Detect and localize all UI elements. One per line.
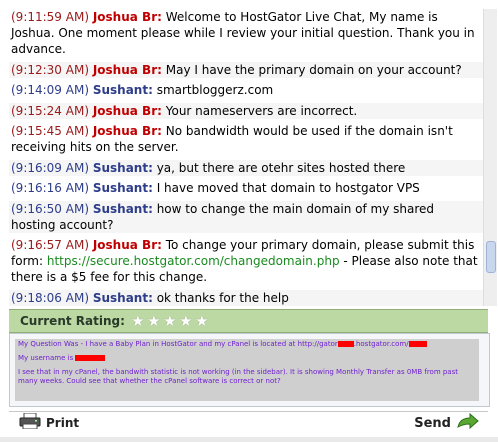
username-line: My username is	[18, 354, 476, 363]
star-icon[interactable]: ★	[147, 314, 161, 329]
send-label: Send	[414, 415, 451, 431]
chat-message: (9:15:24 AM) Joshua Br: Your nameservers…	[9, 102, 483, 119]
question-line: My Question Was - I have a Baby Plan in …	[18, 340, 476, 349]
message-input[interactable]: My Question Was - I have a Baby Plan in …	[15, 339, 479, 401]
chat-message: (9:18:06 AM) Sushant: ok thanks for the …	[9, 289, 483, 306]
message-sender: Joshua Br:	[92, 10, 162, 24]
message-text: Your nameservers are incorrect.	[165, 103, 358, 118]
message-input-area: My Question Was - I have a Baby Plan in …	[9, 333, 490, 407]
message-sender: Joshua Br:	[92, 62, 162, 77]
message-text: ya, but there are otehr sites hosted the…	[156, 160, 406, 175]
send-arrow-icon	[456, 412, 480, 434]
redaction	[408, 341, 427, 347]
window-bottom-edge	[0, 437, 498, 442]
star-icon[interactable]: ★	[179, 314, 193, 329]
chat-message: (9:14:09 AM) Sushant: smartbloggerz.com	[9, 82, 483, 98]
message-timestamp: (9:11:59 AM)	[11, 10, 89, 24]
chat-message: (9:16:57 AM) Joshua Br: To change your p…	[9, 237, 483, 285]
message-timestamp: (9:14:09 AM)	[11, 83, 89, 97]
chat-transcript: (9:11:59 AM) Joshua Br: Welcome to HostG…	[9, 9, 483, 306]
message-sender: Sushant:	[92, 201, 153, 216]
chat-message: (9:16:09 AM) Sushant: ya, but there are …	[9, 159, 483, 176]
chat-message: (9:16:50 AM) Sushant: how to change the …	[9, 200, 483, 233]
chat-message: (9:11:59 AM) Joshua Br: Welcome to HostG…	[9, 9, 483, 57]
rating-bar: Current Rating: ★ ★ ★ ★ ★	[9, 309, 488, 333]
message-timestamp: (9:15:45 AM)	[11, 124, 89, 138]
scrollbar-thumb[interactable]	[486, 241, 496, 273]
send-button[interactable]: Send	[414, 412, 480, 434]
star-icon[interactable]: ★	[163, 314, 177, 329]
rating-label: Current Rating:	[20, 314, 125, 328]
print-button[interactable]: Print	[19, 412, 80, 433]
issue-line: I see that in my cPanel, the bandwith st…	[18, 368, 458, 385]
message-timestamp: (9:16:50 AM)	[11, 201, 89, 216]
message-sender: Sushant:	[92, 160, 153, 175]
chat-message: (9:16:16 AM) Sushant: I have moved that …	[9, 180, 483, 196]
message-sender: Sushant:	[92, 83, 153, 97]
printer-icon	[19, 412, 41, 433]
message-timestamp: (9:18:06 AM)	[11, 290, 89, 305]
message-text: May I have the primary domain on your ac…	[165, 62, 462, 77]
star-icon[interactable]: ★	[131, 314, 145, 329]
message-timestamp: (9:16:09 AM)	[11, 160, 89, 175]
message-text: I have moved that domain to hostgator VP…	[156, 181, 420, 195]
message-timestamp: (9:16:16 AM)	[11, 181, 89, 195]
message-timestamp: (9:16:57 AM)	[11, 238, 89, 252]
message-text: smartbloggerz.com	[156, 83, 274, 97]
message-sender: Sushant:	[92, 290, 153, 305]
redaction	[75, 355, 106, 361]
redaction	[337, 341, 354, 347]
message-text: ok thanks for the help	[156, 290, 289, 305]
message-timestamp: (9:15:24 AM)	[11, 103, 89, 118]
message-sender: Joshua Br:	[92, 103, 162, 118]
print-label: Print	[46, 416, 80, 430]
message-sender: Joshua Br:	[92, 124, 162, 138]
chat-message: (9:15:45 AM) Joshua Br: No bandwidth wou…	[9, 123, 483, 155]
chat-scrollbar[interactable]	[483, 9, 497, 306]
bottom-toolbar: Print Send	[9, 411, 488, 434]
message-timestamp: (9:12:30 AM)	[11, 62, 89, 77]
message-link[interactable]: https://secure.hostgator.com/changedomai…	[47, 254, 340, 268]
message-sender: Sushant:	[92, 181, 153, 195]
message-sender: Joshua Br:	[92, 238, 162, 252]
chat-message: (9:12:30 AM) Joshua Br: May I have the p…	[9, 61, 483, 78]
star-icon[interactable]: ★	[195, 314, 209, 329]
